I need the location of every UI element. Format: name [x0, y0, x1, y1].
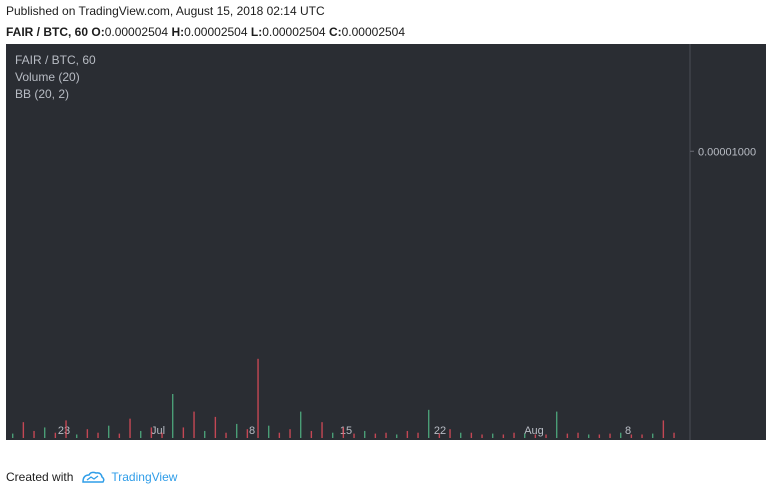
volume-bar — [268, 425, 270, 438]
volume-bar — [566, 433, 569, 438]
volume-bar — [534, 434, 537, 438]
volume-bar — [44, 427, 46, 438]
volume-bar — [460, 432, 462, 438]
volume-bar — [129, 418, 131, 438]
volume-bar — [588, 434, 590, 438]
volume-bar — [545, 434, 547, 438]
volume-bar — [182, 427, 185, 438]
volume-bar — [577, 432, 579, 438]
volume-bar — [161, 432, 163, 438]
volume-bar — [278, 432, 281, 438]
volume-bar — [630, 434, 633, 438]
volume-bar — [22, 422, 25, 438]
volume-bar — [513, 432, 515, 438]
volume-bar — [620, 432, 622, 438]
volume-bar — [76, 434, 78, 438]
volume-bar — [353, 433, 355, 438]
symbol-title: FAIR / BTC, 60 — [6, 25, 89, 39]
price-chart[interactable]: 0.000010000.000020000.000030000.00004000… — [6, 44, 766, 440]
open-value: 0.00002504 — [104, 25, 169, 39]
volume-bar — [257, 358, 259, 438]
footer: Created with TradingView — [6, 470, 177, 484]
high-value: 0.00002504 — [184, 25, 248, 39]
low-label: L: — [250, 25, 263, 39]
volume-bar — [609, 433, 611, 438]
volume-bar — [524, 433, 526, 438]
volume-bar — [97, 432, 99, 438]
volume-bar — [321, 422, 323, 438]
tradingview-link[interactable]: TradingView — [111, 470, 177, 484]
volume-bar — [449, 429, 451, 438]
volume-bar — [118, 433, 121, 438]
volume-bar — [438, 433, 441, 438]
close-value: 0.00002504 — [341, 25, 406, 39]
volume-bar — [12, 433, 14, 438]
tradingview-logo-icon[interactable] — [81, 470, 105, 484]
volume-bar — [225, 432, 227, 438]
volume-bar — [172, 394, 174, 438]
x-tick-label: 15 — [340, 425, 352, 437]
volume-bar — [150, 427, 153, 438]
volume-bar — [342, 427, 345, 438]
open-label: O: — [91, 25, 105, 39]
published-line: Published on TradingView.com, August 15,… — [6, 4, 325, 18]
x-tick-label: Jul — [151, 425, 165, 437]
volume-bar — [332, 432, 334, 438]
volume-bar — [673, 432, 675, 438]
chart-area[interactable]: 0.000010000.000020000.000030000.00004000… — [6, 44, 766, 440]
x-tick-label: 8 — [625, 425, 631, 437]
volume-bar — [385, 432, 387, 438]
low-value: 0.00002504 — [262, 25, 326, 39]
chart-header: Published on TradingView.com, August 15,… — [6, 4, 405, 40]
volume-bar — [502, 434, 505, 438]
created-with-text: Created with — [6, 470, 74, 484]
volume-bar — [662, 420, 665, 438]
chart-legend: FAIR / BTC, 60 Volume (20) BB (20, 2) — [15, 52, 96, 103]
volume-bar — [641, 434, 643, 438]
volume-bar — [492, 433, 494, 438]
volume-bar — [406, 430, 409, 438]
x-tick-label: Aug — [524, 425, 544, 437]
volume-bar — [108, 425, 110, 438]
volume-bar — [214, 416, 217, 438]
volume-bar — [65, 420, 67, 438]
ohlc-line: FAIR / BTC, 60 O:0.00002504 H:0.00002504… — [6, 25, 405, 40]
volume-bar — [374, 433, 377, 438]
legend-symbol: FAIR / BTC, 60 — [15, 53, 96, 67]
volume-bar — [652, 433, 654, 438]
volume-bar — [140, 430, 142, 438]
volume-bar — [417, 432, 419, 438]
volume-bar — [33, 430, 35, 438]
legend-volume: Volume (20) — [15, 70, 80, 84]
volume-bar — [481, 434, 483, 438]
volume-bar — [86, 429, 89, 438]
volume-bar — [364, 430, 366, 438]
volume-bar — [300, 411, 302, 438]
high-label: H: — [171, 25, 185, 39]
x-tick-label: 23 — [58, 425, 70, 437]
volume-bar — [556, 411, 558, 438]
volume-bar — [236, 423, 238, 438]
volume-bar — [204, 430, 206, 438]
volume-bar — [246, 429, 249, 438]
volume-bar — [289, 429, 291, 438]
volume-bar — [396, 434, 398, 438]
volume-bar — [193, 411, 195, 438]
volume-bar — [310, 430, 313, 438]
close-label: C: — [328, 25, 342, 39]
y-tick-label: 0.00001000 — [698, 146, 756, 158]
volume-bar — [54, 432, 57, 438]
volume-bar — [598, 434, 601, 438]
volume-bar — [470, 432, 473, 438]
x-tick-label: 8 — [249, 425, 255, 437]
volume-bar — [428, 409, 430, 438]
legend-bb: BB (20, 2) — [15, 87, 70, 101]
